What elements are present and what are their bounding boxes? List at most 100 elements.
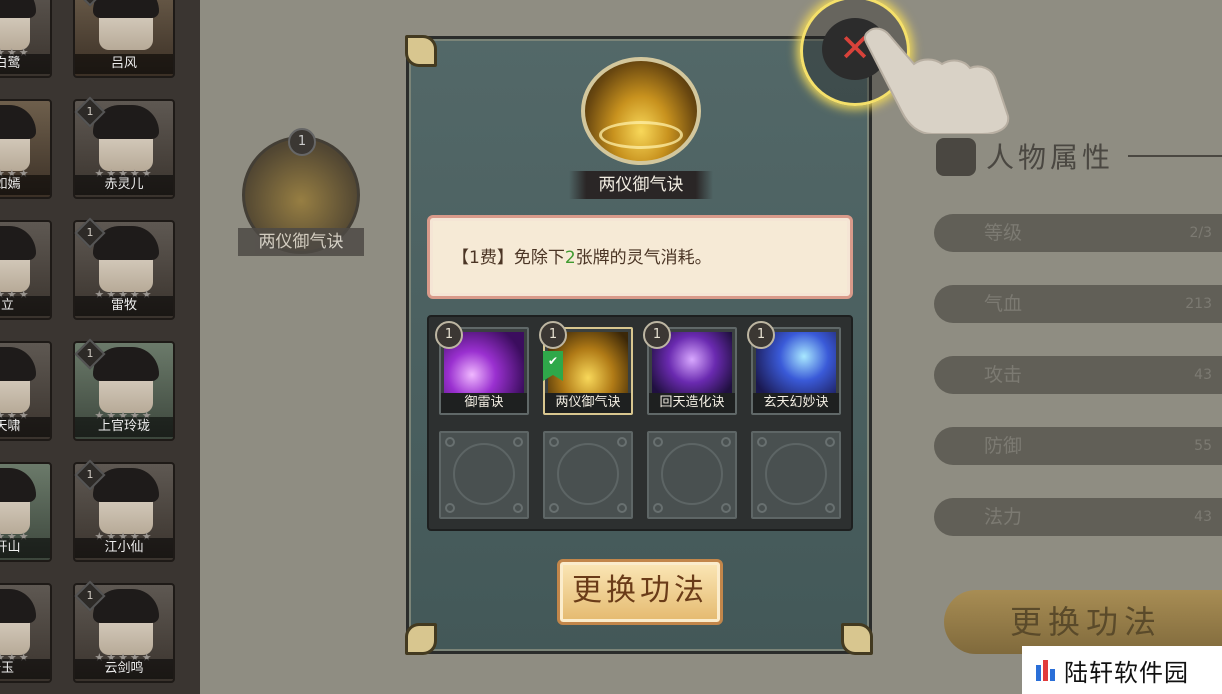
empty-slot-ring (661, 443, 723, 505)
attributes-title: 人物属性 (986, 141, 1115, 174)
skill-slot-name: 两仪御气诀 (545, 393, 631, 413)
cloud-curl-icon (757, 437, 767, 447)
hero-name: 陆开山 (0, 538, 50, 558)
skill-cost-badge: 1 (747, 321, 775, 349)
skill-slot[interactable]: 玄天幻妙诀 1 (747, 321, 841, 415)
cloud-curl-icon (721, 503, 731, 513)
ornament-corner (841, 623, 873, 655)
attribute-label: 法力 (984, 506, 1023, 528)
hero-hair (0, 468, 36, 502)
hero-level: 1 (86, 226, 94, 239)
cloud-curl-icon (653, 437, 663, 447)
description-highlight: 2 (564, 248, 576, 268)
cloud-curl-icon (721, 437, 731, 447)
background-change-skill-button[interactable]: 更换功法 (944, 590, 1222, 654)
attribute-value: 43 (1194, 509, 1212, 525)
attribute-row: 气血 213 (934, 285, 1222, 323)
attribute-value: 55 (1194, 438, 1212, 454)
attribute-value: 2/3 (1189, 225, 1212, 241)
hero-card[interactable]: ★★★★★陆玉 (0, 583, 52, 683)
site-logo-icon (1036, 660, 1055, 681)
watermark: 陆轩软件园 (1022, 646, 1222, 694)
empty-skill-slot (439, 431, 529, 519)
ornament-corner (405, 623, 437, 655)
skill-description-box: 【1费】免除下2张牌的灵气消耗。 (427, 215, 853, 299)
skill-slot[interactable]: 两仪御气诀 1 ✔ (539, 321, 633, 415)
attribute-value: 213 (1185, 296, 1212, 312)
hero-card[interactable]: ★★★★★聂如嫣 (0, 99, 52, 199)
skill-slot[interactable]: 御雷诀 1 (435, 321, 529, 415)
hero-level: 1 (86, 105, 94, 118)
hero-level: 1 (86, 589, 94, 602)
hero-hair (0, 105, 36, 139)
cloud-curl-icon (549, 437, 559, 447)
hero-hair (0, 347, 36, 381)
hero-name: 上官玲珑 (75, 417, 173, 437)
empty-skill-slot (647, 431, 737, 519)
cloud-curl-icon (757, 503, 767, 513)
hero-card[interactable]: ★★★★★周立 (0, 220, 52, 320)
attribute-label: 气血 (984, 293, 1023, 315)
hero-card[interactable]: ★★★★★许天啸 (0, 341, 52, 441)
cloud-curl-icon (617, 437, 627, 447)
attribute-row: 等级 2/3 (934, 214, 1222, 252)
cloud-curl-icon (617, 503, 627, 513)
selected-skill-name: 两仪御气诀 (569, 171, 713, 199)
skill-grid: 御雷诀 1 两仪御气诀 1 ✔ 回天造化诀 1 玄天幻妙诀 1 (427, 315, 853, 531)
cloud-curl-icon (549, 503, 559, 513)
description-suffix: 张牌的灵气消耗。 (575, 248, 712, 268)
hero-name: 周立 (0, 296, 50, 316)
attribute-value: 43 (1194, 367, 1212, 383)
hero-name: 吕风 (75, 54, 173, 74)
empty-slot-ring (765, 443, 827, 505)
hero-card[interactable]: ★★★★★陆开山 (0, 462, 52, 562)
yin-yang-icon (936, 138, 976, 176)
watermark-text: 陆轩软件园 (1064, 658, 1189, 687)
cloud-curl-icon (653, 503, 663, 513)
skill-cost-badge: 1 (643, 321, 671, 349)
attribute-row: 攻击 43 (934, 356, 1222, 394)
description-prefix: 【1费】免除下 (452, 248, 565, 268)
attributes-title-divider (1128, 155, 1222, 157)
attribute-label: 防御 (984, 435, 1023, 457)
empty-slot-ring (557, 443, 619, 505)
cloud-curl-icon (825, 437, 835, 447)
hero-name: 聂如嫣 (0, 175, 50, 195)
skill-slot-name: 玄天幻妙诀 (753, 393, 839, 413)
equipped-skill-cost-badge: 1 (288, 128, 316, 156)
empty-skill-slot (751, 431, 841, 519)
equipped-skill-name: 两仪御气诀 (238, 228, 364, 256)
empty-skill-slot (543, 431, 633, 519)
hero-name: 云剑鸣 (75, 659, 173, 679)
hero-name: 赤灵儿 (75, 175, 173, 195)
skill-slot-name: 回天造化诀 (649, 393, 735, 413)
cloud-curl-icon (825, 503, 835, 513)
cloud-curl-icon (445, 503, 455, 513)
change-skill-button[interactable]: 更换功法 (557, 559, 723, 625)
skill-select-dialog: 两仪御气诀 【1费】免除下2张牌的灵气消耗。 御雷诀 1 两仪御气诀 1 ✔ 回天造化诀 1… (405, 35, 873, 655)
attribute-row: 法力 43 (934, 498, 1222, 536)
skill-cost-badge: 1 (539, 321, 567, 349)
hero-hair (0, 0, 36, 18)
swirl-icon (599, 121, 683, 149)
hero-card[interactable]: ★★★★★贺白鹭 (0, 0, 52, 78)
ornament-corner (405, 35, 437, 67)
pointing-hand-icon (863, 27, 1010, 134)
attribute-label: 攻击 (984, 364, 1023, 386)
hero-name: 陆玉 (0, 659, 50, 679)
cloud-curl-icon (445, 437, 455, 447)
empty-slot-ring (453, 443, 515, 505)
hero-name: 江小仙 (75, 538, 173, 558)
hero-name: 许天啸 (0, 417, 50, 437)
cloud-curl-icon (513, 503, 523, 513)
skill-description: 【1费】免除下2张牌的灵气消耗。 (452, 218, 712, 298)
hero-card[interactable]: 吕风 (73, 0, 175, 78)
attribute-label: 等级 (984, 222, 1023, 244)
hero-hair (93, 0, 159, 18)
cloud-curl-icon (513, 437, 523, 447)
hero-hair (0, 226, 36, 260)
skill-slot-name: 御雷诀 (441, 393, 527, 413)
hero-name: 贺白鹭 (0, 54, 50, 74)
hero-level: 1 (86, 347, 94, 360)
skill-slot[interactable]: 回天造化诀 1 (643, 321, 737, 415)
